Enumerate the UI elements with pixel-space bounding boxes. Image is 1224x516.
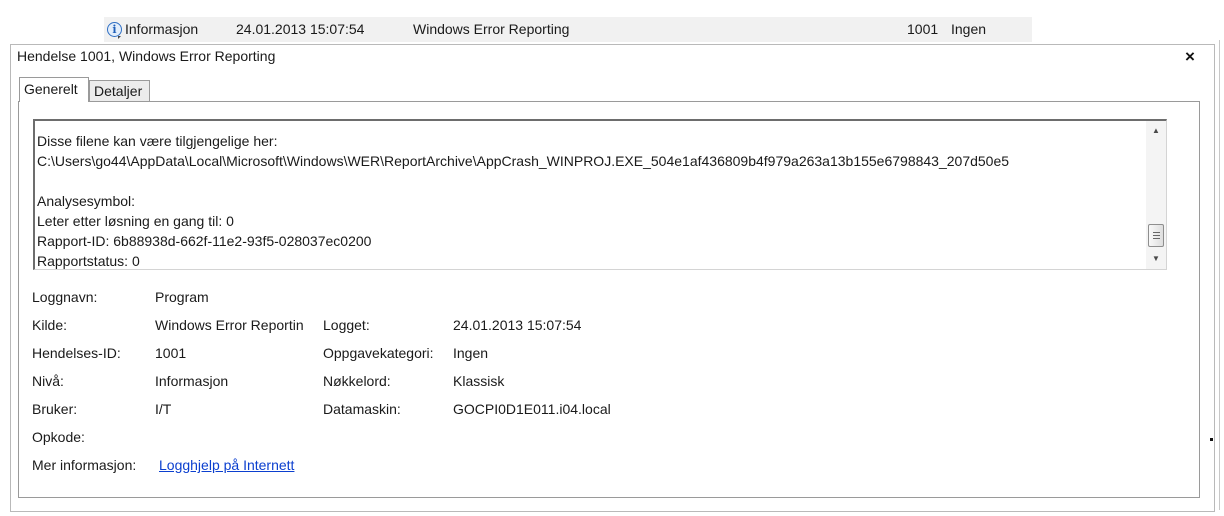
description-line: C:\Users\go44\AppData\Local\Microsoft\Wi… xyxy=(37,153,1010,169)
event-category: Ingen xyxy=(951,21,987,37)
description-scrollbar[interactable]: ▲ ▼ xyxy=(1146,121,1166,269)
event-level: Informasjon xyxy=(125,21,199,37)
level-label: Nivå: xyxy=(32,373,64,389)
description-textbox[interactable]: Disse filene kan være tilgjengelige her:… xyxy=(33,119,1167,270)
user-label: Bruker: xyxy=(32,401,78,417)
level-value: Informasjon xyxy=(155,373,229,389)
resize-dot xyxy=(1210,438,1213,441)
window-divider xyxy=(1219,40,1220,510)
task-category-label: Oppgavekategori: xyxy=(323,345,434,361)
description-line: Rapportstatus: 0 xyxy=(37,253,140,269)
log-name-label: Loggnavn: xyxy=(32,289,98,305)
description-line: Leter etter løsning en gang til: 0 xyxy=(37,213,234,229)
event-id: 1001 xyxy=(907,21,939,37)
scroll-up-icon[interactable]: ▲ xyxy=(1146,123,1166,139)
source-label: Kilde: xyxy=(32,317,68,333)
event-id-label: Hendelses-ID: xyxy=(32,345,121,361)
scroll-down-icon[interactable]: ▼ xyxy=(1146,251,1166,267)
scroll-thumb[interactable] xyxy=(1148,224,1164,247)
grip-line xyxy=(1153,238,1160,239)
mouse-cursor-icon xyxy=(118,36,121,39)
panel-title: Hendelse 1001, Windows Error Reporting xyxy=(17,48,276,64)
source-value: Windows Error Reportin xyxy=(155,317,304,333)
online-help-link[interactable]: Logghjelp på Internett xyxy=(159,457,294,473)
tab-generelt[interactable]: Generelt xyxy=(19,77,89,102)
computer-label: Datamaskin: xyxy=(323,401,401,417)
event-source: Windows Error Reporting xyxy=(413,21,570,37)
event-id-value: 1001 xyxy=(155,345,187,361)
opcode-label: Opkode: xyxy=(32,429,85,445)
grip-line xyxy=(1153,232,1160,233)
tab-detaljer[interactable]: Detaljer xyxy=(89,80,150,102)
grip-line xyxy=(1153,235,1160,236)
computer-value: GOCPI0D1E011.i04.local xyxy=(453,401,611,417)
user-value: I/T xyxy=(155,401,172,417)
logged-label: Logget: xyxy=(323,317,370,333)
log-name-value: Program xyxy=(155,289,209,305)
description-line: Analysesymbol: xyxy=(37,193,136,209)
description-line: Disse filene kan være tilgjengelige her: xyxy=(37,133,278,149)
logged-value: 24.01.2013 15:07:54 xyxy=(453,317,582,333)
description-line: Rapport-ID: 6b88938d-662f-11e2-93f5-0280… xyxy=(37,233,372,249)
info-icon: i xyxy=(107,22,122,37)
more-info-label: Mer informasjon: xyxy=(32,457,137,473)
close-button[interactable]: × xyxy=(1185,47,1195,67)
keywords-value: Klassisk xyxy=(453,373,505,389)
event-datetime: 24.01.2013 15:07:54 xyxy=(236,21,365,37)
task-category-value: Ingen xyxy=(453,345,489,361)
keywords-label: Nøkkelord: xyxy=(323,373,391,389)
